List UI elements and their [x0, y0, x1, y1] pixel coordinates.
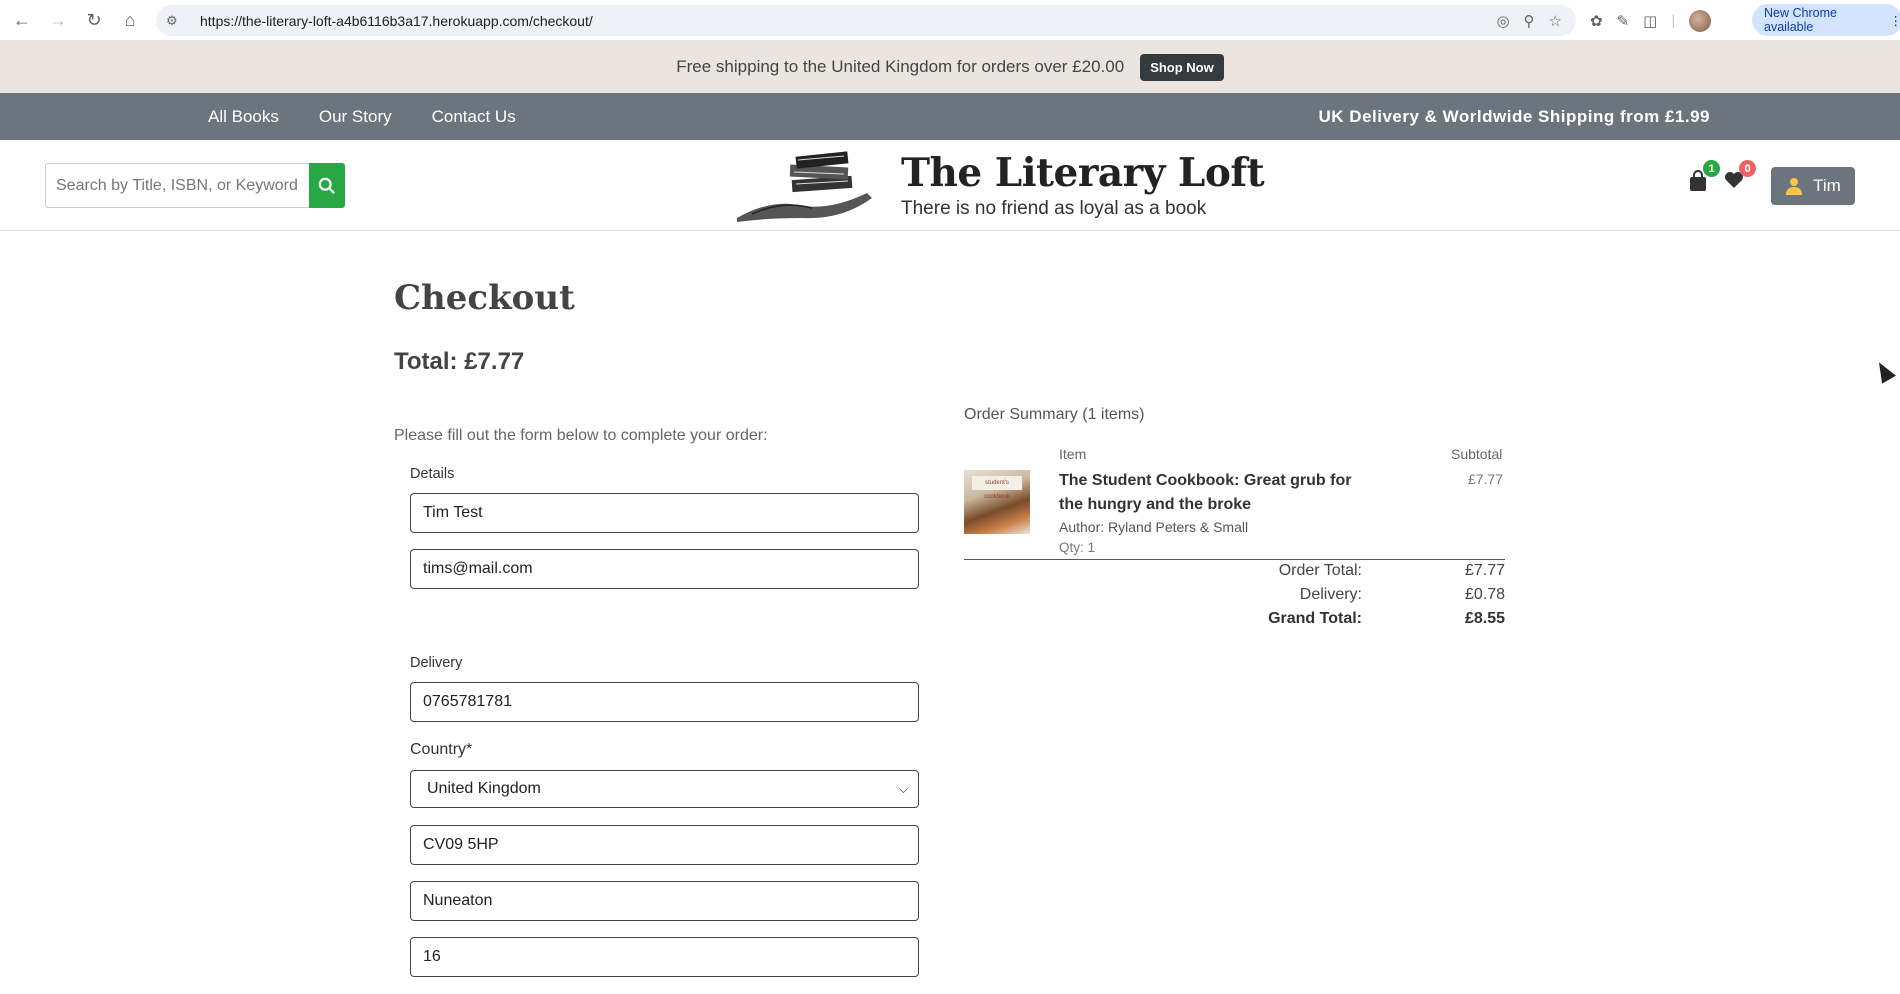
email-field[interactable]: tims@mail.com — [410, 549, 919, 589]
delivery-cost-label: Delivery: — [1299, 586, 1362, 603]
country-value: United Kingdom — [427, 780, 541, 797]
search-form — [45, 163, 345, 208]
site-header: The Literary Loft There is no friend as … — [0, 140, 1900, 231]
cart-count-badge: 1 — [1703, 160, 1720, 177]
search-button[interactable] — [309, 163, 345, 208]
shop-now-button[interactable]: Shop Now — [1140, 53, 1224, 81]
bug-extension-icon[interactable]: ✿ — [1590, 12, 1603, 30]
order-summary-title: Order Summary (1 items) — [964, 406, 1145, 423]
site-settings-icon[interactable]: ⚙ — [166, 13, 186, 29]
brand-title: The Literary Loft — [901, 150, 1265, 196]
url-text[interactable]: https://the-literary-loft-a4b6116b3a17.h… — [200, 13, 593, 29]
mouse-cursor — [1872, 358, 1896, 384]
full-name-field[interactable]: Tim Test — [410, 493, 919, 533]
grand-total-value: £8.55 — [1464, 610, 1505, 627]
account-button[interactable]: Tim — [1771, 167, 1855, 205]
page-title: Checkout — [394, 278, 575, 318]
update-chrome-button[interactable]: New Chrome available ⋮ — [1752, 4, 1900, 36]
forward-icon[interactable]: → — [44, 6, 72, 34]
delivery-cost-value: £0.78 — [1464, 586, 1505, 603]
logo-image[interactable] — [732, 148, 882, 223]
nav-contact-us[interactable]: Contact Us — [432, 107, 516, 127]
search-icon — [318, 177, 335, 194]
search-input[interactable] — [45, 163, 309, 208]
eye-off-icon[interactable]: ◎ — [1496, 12, 1509, 30]
shipping-info: UK Delivery & Worldwide Shipping from £1… — [1318, 106, 1710, 126]
item-author: Author: Ryland Peters & Small — [1059, 519, 1249, 535]
grand-total-label: Grand Total: — [1268, 610, 1362, 627]
phone-field[interactable]: 0765781781 — [410, 682, 919, 722]
cart-button[interactable]: 1 — [1688, 160, 1720, 196]
nav-our-story[interactable]: Our Story — [319, 107, 392, 127]
update-chrome-label: New Chrome available — [1764, 6, 1837, 34]
star-icon[interactable]: ☆ — [1549, 12, 1562, 30]
promo-banner: Free shipping to the United Kingdom for … — [0, 41, 1900, 93]
home-icon[interactable]: ⌂ — [116, 6, 144, 34]
item-quantity: Qty: 1 — [1059, 540, 1096, 555]
town-field[interactable]: Nuneaton — [410, 881, 919, 921]
reload-icon[interactable]: ↻ — [80, 6, 108, 34]
brand-tagline: There is no friend as loyal as a book — [901, 198, 1207, 219]
order-total-value: £7.77 — [1464, 562, 1505, 579]
back-icon[interactable]: ← — [8, 6, 36, 34]
wishlist-count-badge: 0 — [1739, 160, 1756, 177]
summary-divider — [964, 559, 1505, 560]
chevron-down-icon: ⌵ — [898, 781, 908, 796]
toolbar-divider: | — [1671, 12, 1676, 29]
profile-avatar[interactable] — [1689, 9, 1712, 32]
form-intro: Please fill out the form below to comple… — [394, 427, 768, 444]
column-subtotal: Subtotal — [1451, 446, 1503, 462]
book-cover-text: student's cookbook — [972, 476, 1022, 500]
brand[interactable]: The Literary Loft There is no friend as … — [901, 150, 1265, 220]
item-title[interactable]: The Student Cookbook: Great grub for the… — [1059, 469, 1359, 517]
browser-toolbar: ← → ↻ ⌂ ⚙ https://the-literary-loft-a4b6… — [0, 0, 1900, 41]
location-icon[interactable]: ⚲ — [1524, 12, 1535, 30]
item-subtotal: £7.77 — [1468, 471, 1504, 487]
book-cover-image[interactable]: student's cookbook — [964, 470, 1030, 534]
promo-text: Free shipping to the United Kingdom for … — [676, 57, 1125, 76]
wishlist-button[interactable]: 0 — [1724, 160, 1756, 196]
postcode-field[interactable]: CV09 5HP — [410, 825, 919, 865]
main-nav: All Books Our Story Contact Us UK Delive… — [0, 93, 1900, 140]
details-label: Details — [410, 466, 455, 482]
column-item: Item — [1059, 446, 1087, 462]
street-address-field[interactable]: 16 — [410, 937, 919, 977]
user-name: Tim — [1813, 176, 1841, 195]
country-label: Country* — [410, 741, 473, 758]
order-total-label: Order Total: — [1278, 562, 1362, 579]
pen-extension-icon[interactable]: ✎ — [1617, 12, 1630, 30]
checkout-total: Total: £7.77 — [394, 348, 525, 375]
extensions-icon[interactable]: ◫ — [1643, 12, 1657, 30]
more-menu-icon[interactable]: ⋮ — [1890, 13, 1900, 28]
user-icon — [1786, 178, 1803, 195]
nav-all-books[interactable]: All Books — [208, 107, 279, 127]
country-select[interactable]: United Kingdom ⌵ — [410, 770, 919, 808]
delivery-label: Delivery — [410, 655, 463, 671]
address-bar[interactable]: ⚙ https://the-literary-loft-a4b6116b3a17… — [156, 5, 1576, 36]
